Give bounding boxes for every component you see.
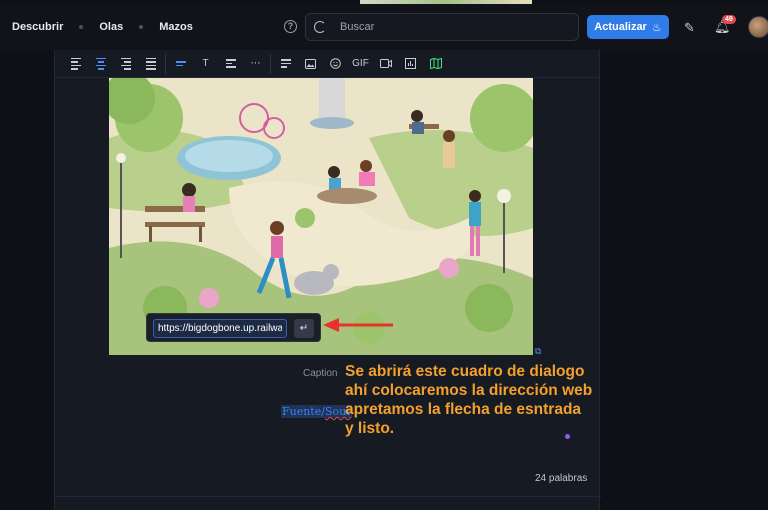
nav-waves[interactable]: Olas: [99, 21, 123, 33]
external-link-icon[interactable]: ⧉: [535, 346, 541, 357]
cursor-dot: [565, 434, 570, 439]
nav-separator: [79, 25, 84, 29]
search-input[interactable]: [340, 21, 560, 33]
word-count: 24 palabras: [535, 473, 588, 484]
align-justify-icon[interactable]: [138, 54, 163, 74]
toolbar-divider: [165, 53, 166, 74]
list-icon[interactable]: [218, 54, 243, 74]
video-icon[interactable]: [373, 54, 398, 74]
toolbar-divider: [270, 53, 271, 74]
source-prefix: Fuente/: [282, 405, 325, 418]
main-nav: Descubrir Olas Mazos: [12, 21, 193, 33]
nav-decks[interactable]: Mazos: [159, 21, 193, 33]
text-size-icon[interactable]: T: [193, 54, 218, 74]
help-icon[interactable]: ?: [284, 20, 297, 33]
align-center-icon[interactable]: [88, 54, 113, 74]
emoji-icon[interactable]: [323, 54, 348, 74]
top-bar: Descubrir Olas Mazos ? Actualizar ♨ ✎ 🔔︎…: [0, 4, 768, 50]
formatting-toolbar: T ⋯ GIF: [55, 50, 601, 78]
align-right-icon[interactable]: [113, 54, 138, 74]
flame-icon: ♨: [651, 21, 662, 34]
red-arrow-annotation: [323, 318, 393, 332]
update-button[interactable]: Actualizar ♨: [587, 15, 669, 39]
annotation-line: y listo.: [345, 420, 395, 437]
avatar[interactable]: [748, 16, 768, 38]
gif-button[interactable]: GIF: [348, 54, 373, 74]
more-icon[interactable]: ⋯: [243, 54, 268, 74]
align-left-icon[interactable]: [63, 54, 88, 74]
caption-placeholder[interactable]: Caption: [303, 368, 337, 379]
search-box[interactable]: [305, 13, 579, 41]
annotation-line: Se abrirá este cuadro de dialogo: [345, 363, 585, 380]
chart-icon[interactable]: [398, 54, 423, 74]
enter-button[interactable]: ↵: [294, 319, 314, 338]
refresh-icon[interactable]: [314, 21, 326, 33]
edit-icon[interactable]: ✎: [684, 20, 695, 36]
nav-discover[interactable]: Descubrir: [12, 21, 63, 33]
notification-badge: 49: [722, 15, 736, 24]
map-icon[interactable]: [423, 54, 448, 74]
url-input[interactable]: [153, 319, 287, 338]
source-text[interactable]: Fuente/Sour: [281, 405, 353, 418]
image-icon[interactable]: [298, 54, 323, 74]
nav-separator: [139, 25, 144, 29]
annotation-line: ahí colocaremos la dirección web: [345, 382, 593, 399]
editor-panel: T ⋯ GIF ⧉ https://bigdogbone.up.railway.…: [54, 50, 601, 510]
annotation-line: apretamos la flecha de esntrada: [345, 401, 582, 418]
link-dialog: ↵: [146, 313, 321, 342]
paragraph-icon[interactable]: [273, 54, 298, 74]
instruction-annotation: Se abrirá este cuadro de dialogo ahí col…: [345, 362, 645, 438]
divider: [55, 496, 601, 497]
update-button-label: Actualizar: [594, 21, 647, 33]
text-style-icon[interactable]: [168, 54, 193, 74]
